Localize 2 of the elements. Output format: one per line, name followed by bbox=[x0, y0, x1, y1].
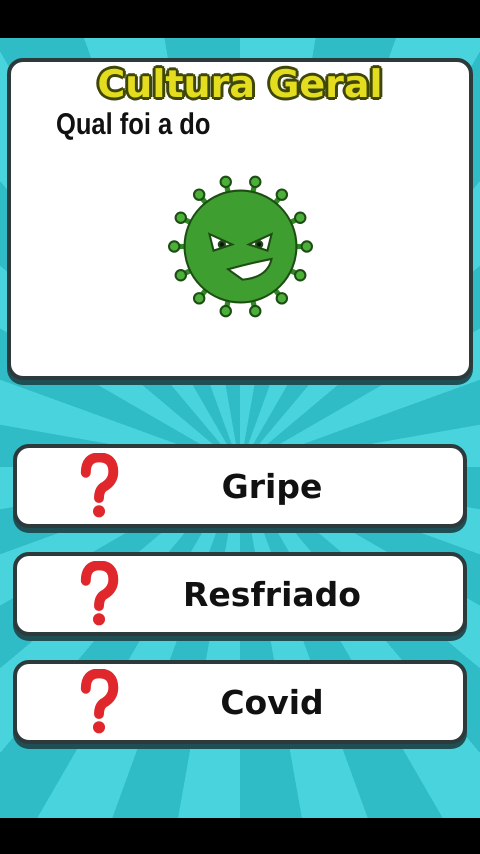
quiz-title: Cultura Geral bbox=[97, 64, 383, 106]
question-text: Qual foi a do bbox=[56, 108, 210, 142]
